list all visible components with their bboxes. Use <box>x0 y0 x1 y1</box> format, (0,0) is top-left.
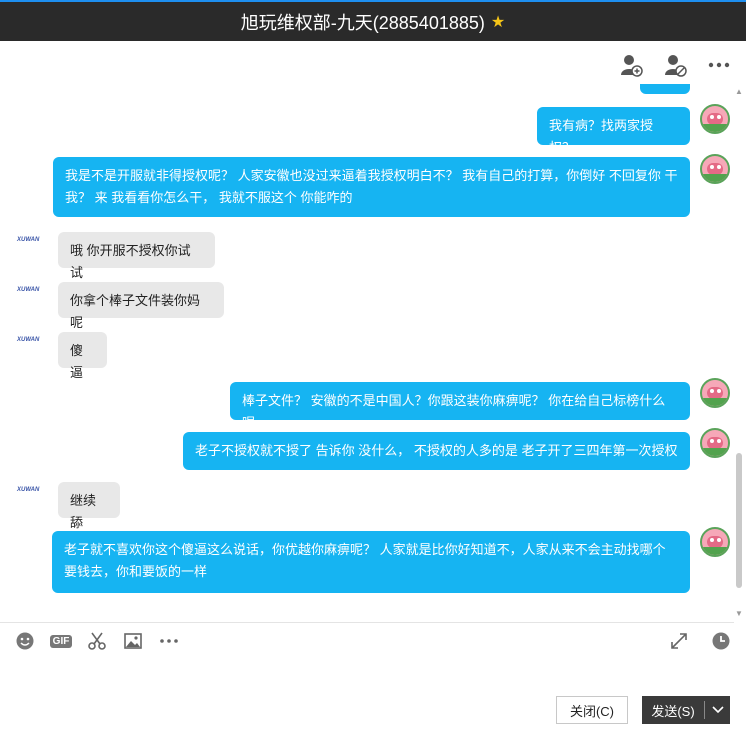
avatar[interactable] <box>700 527 730 557</box>
message-text: 我是不是开服就非得授权呢？ 人家安徽也没过来逼着我授权明白不？ 我有自己的打算，… <box>65 168 678 205</box>
chat-top-toolbar <box>618 52 732 78</box>
avatar[interactable] <box>700 104 730 134</box>
chevron-down-icon[interactable] <box>705 706 730 714</box>
avatar[interactable]: XUWAN <box>17 337 47 347</box>
message-text: 傻逼 <box>70 343 84 380</box>
avatar[interactable] <box>700 154 730 184</box>
gif-icon[interactable]: GIF <box>49 630 73 652</box>
scissors-icon[interactable] <box>86 630 108 652</box>
scrollbar-thumb[interactable] <box>736 453 742 588</box>
message-bubble: 傻逼 <box>58 332 107 380</box>
send-button-label: 发送(S) <box>651 703 695 719</box>
message-bubble: 棒子文件？ 安徽的不是中国人？你跟这装你麻痹呢？ 你在给自己标榜什么呢 <box>230 382 690 430</box>
block-user-icon[interactable] <box>662 52 688 78</box>
close-button-label: 关闭(C) <box>569 703 615 719</box>
message-text: 继续舔 <box>70 493 97 530</box>
more-icon[interactable] <box>706 52 732 78</box>
add-member-icon[interactable] <box>618 52 644 78</box>
image-icon[interactable] <box>122 630 144 652</box>
message-bubble: 继续舔 <box>58 482 120 530</box>
window-title: 旭玩维权部-九天(2885401885) <box>240 12 485 33</box>
avatar[interactable]: XUWAN <box>17 487 47 497</box>
more-icon[interactable] <box>158 630 180 652</box>
close-button[interactable]: 关闭(C) <box>556 696 628 724</box>
emoji-icon[interactable] <box>14 630 36 652</box>
expand-icon[interactable] <box>668 630 690 652</box>
message-text: 你拿个棒子文件装你妈呢 <box>70 293 201 330</box>
chat-history: 我有病？找两家授权？ 我是不是开服就非得授权呢？ 人家安徽也没过来逼着我授权明白… <box>0 85 734 620</box>
avatar[interactable]: XUWAN <box>17 237 47 247</box>
message-bubble: 老子就不喜欢你这个傻逼这么说话，你优越你麻痹呢？ 人家就是比你好知道不，人家从来… <box>52 531 690 593</box>
scroll-down-icon[interactable]: ▼ <box>735 610 743 618</box>
scroll-up-icon[interactable]: ▲ <box>735 88 743 96</box>
avatar[interactable] <box>700 378 730 408</box>
message-text: 我有病？找两家授权？ <box>549 118 654 155</box>
window-title-bar: 旭玩维权部-九天(2885401885) ★ <box>0 2 746 41</box>
input-toolbar: GIF <box>14 630 180 652</box>
avatar[interactable] <box>700 428 730 458</box>
send-button[interactable]: 发送(S) <box>642 696 730 724</box>
avatar[interactable]: XUWAN <box>17 287 47 297</box>
gif-label: GIF <box>49 634 73 648</box>
history-clock-icon[interactable] <box>710 630 732 652</box>
input-toolbar-right <box>668 630 732 652</box>
input-divider <box>0 622 734 623</box>
message-bubble: 哦 你开服不授权你试试 <box>58 232 215 280</box>
message-bubble: 我有病？找两家授权？ <box>537 107 690 155</box>
message-text: 哦 你开服不授权你试试 <box>70 243 191 280</box>
message-bubble: 我是不是开服就非得授权呢？ 人家安徽也没过来逼着我授权明白不？ 我有自己的打算，… <box>53 157 690 217</box>
message-input[interactable] <box>0 660 734 690</box>
message-bubble: 你拿个棒子文件装你妈呢 <box>58 282 224 330</box>
message-bubble: 老子不授权就不授了 告诉你 没什么， 不授权的人多的是 老子开了三四年第一次授权 <box>183 432 690 470</box>
star-icon: ★ <box>490 13 506 31</box>
message-text: 棒子文件？ 安徽的不是中国人？你跟这装你麻痹呢？ 你在给自己标榜什么呢 <box>242 393 666 430</box>
message-text: 老子不授权就不授了 告诉你 没什么， 不授权的人多的是 老子开了三四年第一次授权 <box>195 443 678 458</box>
chat-scrollbar[interactable]: ▲ ▼ <box>735 88 743 618</box>
message-text: 老子就不喜欢你这个傻逼这么说话，你优越你麻痹呢？ 人家就是比你好知道不，人家从来… <box>64 542 666 579</box>
